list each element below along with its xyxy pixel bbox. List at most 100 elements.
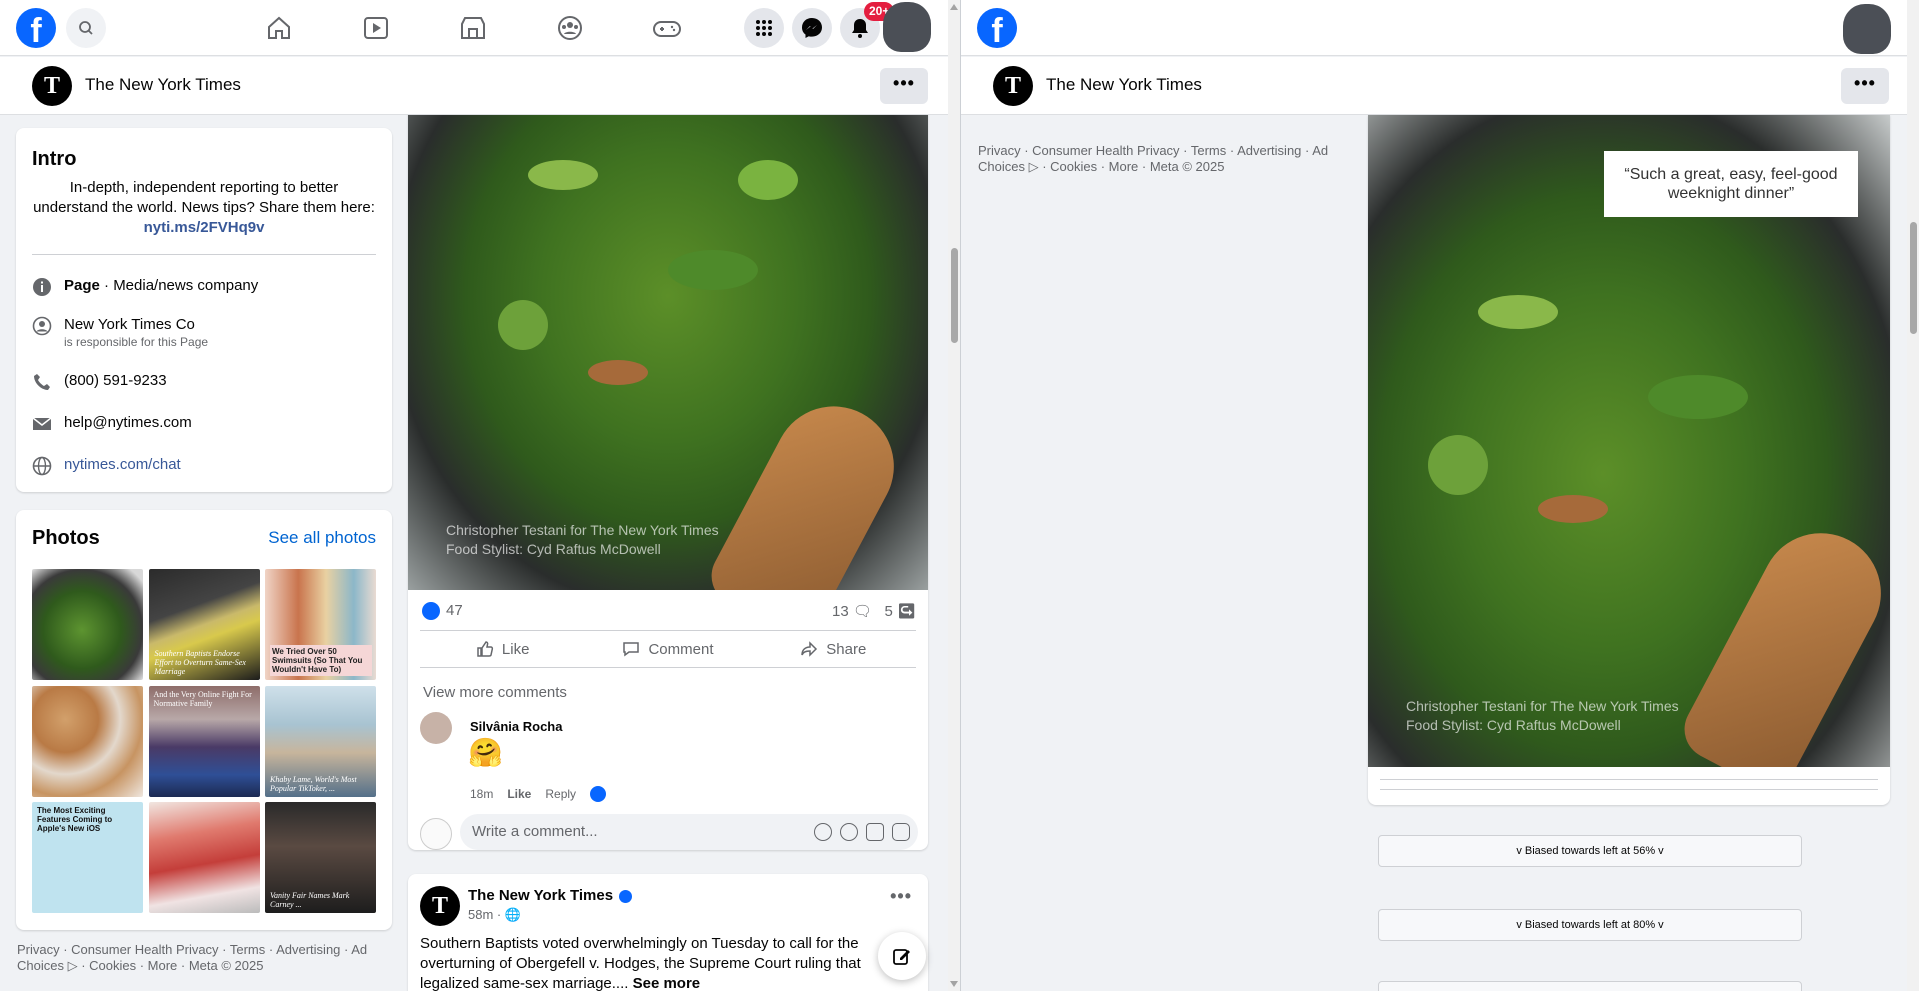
comment-time[interactable]: 18m: [470, 787, 493, 801]
video-icon[interactable]: [358, 10, 394, 46]
page-name[interactable]: The New York Times: [1046, 75, 1202, 95]
page-header-bar: T The New York Times •••: [0, 57, 948, 115]
right-scrollbar[interactable]: [1907, 0, 1919, 991]
email-address: help@nytimes.com: [64, 414, 192, 431]
page-more-button[interactable]: •••: [880, 68, 928, 104]
left-pane: Intro In-depth, independent reporting to…: [0, 0, 960, 991]
nyt-logo[interactable]: T: [993, 66, 1033, 106]
photo-thumb[interactable]: We Tried Over 50 Swimsuits (So That You …: [265, 569, 376, 680]
comment-input[interactable]: Write a comment...: [460, 814, 918, 850]
next-post-card: T The New York Times 58m · 🌐 ••• Souther…: [408, 874, 928, 991]
gif-icon[interactable]: [866, 823, 884, 841]
website-link[interactable]: nytimes.com/chat: [64, 455, 181, 474]
scroll-down-arrow-icon[interactable]: [950, 981, 958, 987]
next-post-author-name: The New York Times: [468, 887, 614, 904]
post-image[interactable]: “Such a great, easy, feel-good weeknight…: [1368, 115, 1890, 767]
nyt-logo[interactable]: T: [32, 66, 72, 106]
photo-thumb[interactable]: And the Very Online Fight For Normative …: [148, 685, 260, 797]
emoji-icon[interactable]: [840, 823, 858, 841]
comment-button[interactable]: Comment: [585, 631, 750, 667]
next-post-author[interactable]: The New York Times: [468, 887, 633, 904]
share-icon: [801, 641, 818, 657]
bias-button-80[interactable]: v Biased towards left at 80% v: [1378, 909, 1802, 941]
search-button[interactable]: [66, 8, 106, 48]
photo-thumb[interactable]: [32, 685, 143, 797]
post-card-divider: [1380, 779, 1878, 780]
facebook-logo[interactable]: f: [977, 8, 1017, 48]
intro-bio: In-depth, independent reporting to bette…: [32, 178, 376, 238]
nyt-avatar[interactable]: T: [420, 886, 460, 926]
intro-bio-link[interactable]: nyti.ms/2FVHq9v: [32, 218, 376, 238]
owner-name: New York Times Co: [64, 316, 195, 333]
commenter-avatar[interactable]: [420, 712, 452, 744]
footer-links[interactable]: Privacy · Consumer Health Privacy · Term…: [17, 942, 377, 974]
food-speck: [738, 160, 798, 200]
food-speck: [668, 250, 758, 290]
commenter-name[interactable]: Silvânia Rocha: [470, 719, 562, 734]
gaming-icon[interactable]: [649, 10, 685, 46]
facebook-logo[interactable]: f: [16, 8, 56, 48]
envelope-icon: [32, 417, 52, 430]
credit-line-2: Food Stylist: Cyd Raftus McDowell: [1406, 717, 1621, 733]
comment-count-icon: 🗨: [852, 603, 872, 620]
menu-button[interactable]: [744, 8, 784, 48]
intro-card: Intro In-depth, independent reporting to…: [16, 128, 392, 492]
sticker-icon[interactable]: [892, 823, 910, 841]
photo-caption: Khaby Lame, World's Most Popular TikToke…: [270, 774, 357, 793]
next-post-more-button[interactable]: •••: [890, 886, 912, 907]
scroll-thumb[interactable]: [951, 248, 958, 343]
avatar-sticker-icon[interactable]: [814, 823, 832, 841]
account-avatar[interactable]: [1843, 4, 1891, 54]
post-card-divider: [1380, 789, 1878, 790]
home-icon[interactable]: [261, 10, 297, 46]
engagement-counts[interactable]: 13 🗨 5 ↪: [832, 602, 916, 620]
see-more-link[interactable]: See more: [633, 975, 701, 991]
photo-thumb[interactable]: Southern Baptists Endorse Effort to Over…: [148, 569, 260, 680]
shares-count: 5: [884, 603, 893, 620]
account-avatar[interactable]: [883, 2, 931, 52]
bias-button-partial[interactable]: [1378, 981, 1802, 991]
marketplace-icon[interactable]: [455, 10, 491, 46]
shield-person-icon: [32, 316, 52, 336]
photo-thumb[interactable]: The Most Exciting Features Coming to App…: [32, 802, 143, 913]
scroll-up-arrow-icon[interactable]: [950, 4, 958, 10]
photo-credit: Christopher Testani for The New York Tim…: [1406, 697, 1679, 735]
share-button[interactable]: Share: [751, 631, 916, 667]
like-reaction-icon: [422, 602, 440, 621]
comments-count: 13: [832, 603, 849, 620]
info-owner: New York Times Co is responsible for thi…: [32, 315, 208, 350]
comment-like-link[interactable]: Like: [507, 787, 531, 801]
like-button[interactable]: Like: [420, 631, 585, 667]
view-more-comments[interactable]: View more comments: [423, 684, 567, 701]
page-more-button[interactable]: •••: [1841, 68, 1889, 104]
info-website: nytimes.com/chat: [32, 455, 181, 476]
photo-thumb[interactable]: Khaby Lame, World's Most Popular TikToke…: [265, 685, 376, 797]
info-icon: [33, 278, 51, 296]
post-card: “Such a great, easy, feel-good weeknight…: [1368, 115, 1890, 805]
messenger-button[interactable]: [792, 8, 832, 48]
photos-card: Photos See all photos Southern Baptists …: [16, 510, 392, 930]
comment-reply-link[interactable]: Reply: [545, 787, 576, 801]
photo-thumb[interactable]: [32, 569, 143, 680]
new-message-button[interactable]: [878, 932, 926, 980]
next-post-text: Southern Baptists voted overwhelmingly o…: [420, 934, 880, 991]
next-post-time[interactable]: 58m · 🌐: [468, 907, 521, 923]
likes-count: 47: [446, 602, 463, 619]
reactions-count[interactable]: 47: [422, 602, 463, 621]
groups-icon[interactable]: [552, 10, 588, 46]
photos-grid: Southern Baptists Endorse Effort to Over…: [32, 569, 376, 913]
food-speck: [528, 160, 598, 190]
page-name[interactable]: The New York Times: [85, 75, 241, 95]
my-avatar-doodle: [420, 818, 452, 850]
post-image[interactable]: Christopher Testani for The New York Tim…: [408, 100, 928, 590]
see-all-photos-link[interactable]: See all photos: [268, 528, 376, 548]
photo-thumb[interactable]: Vanity Fair Names Mark Carney ...: [265, 802, 376, 913]
bias-button-56[interactable]: v Biased towards left at 56% v: [1378, 835, 1802, 867]
left-scrollbar[interactable]: [948, 0, 960, 991]
like-label: Like: [501, 640, 530, 658]
photo-thumb[interactable]: [148, 802, 260, 913]
photo-caption: Southern Baptists Endorse Effort to Over…: [154, 649, 246, 676]
scroll-thumb[interactable]: [1910, 222, 1917, 334]
messenger-icon: [802, 18, 822, 38]
footer-links[interactable]: Privacy · Consumer Health Privacy · Term…: [978, 143, 1338, 175]
